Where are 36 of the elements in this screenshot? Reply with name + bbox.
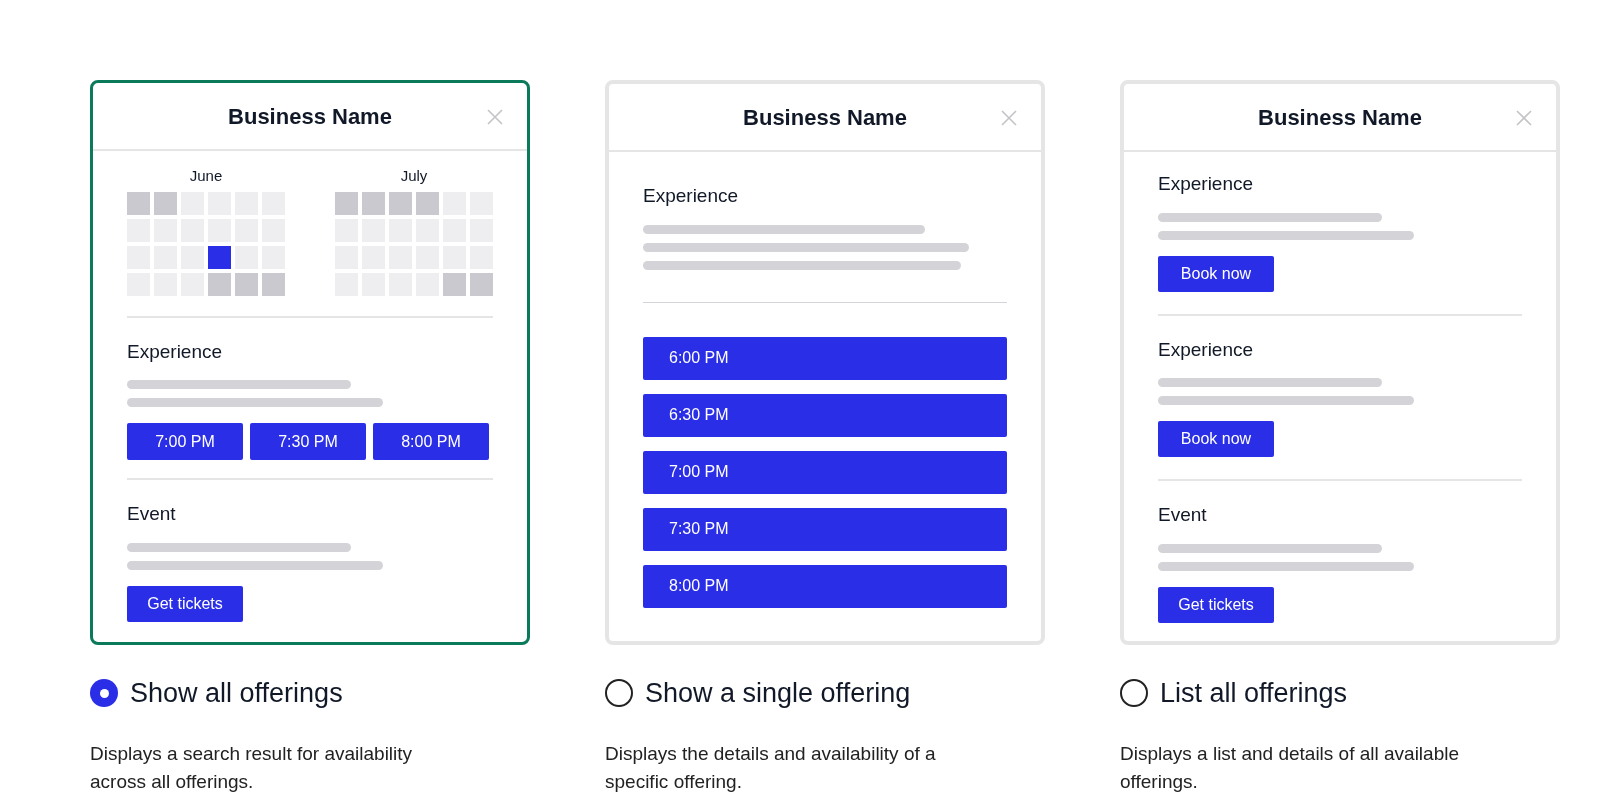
option-description: Displays a list and details of all available offerings. xyxy=(1120,741,1460,794)
time-slot-button[interactable]: 8:00 PM xyxy=(643,564,1007,608)
month-label: July xyxy=(400,166,428,186)
time-slot-button[interactable]: 6:30 PM xyxy=(643,393,1007,437)
card-title: Business Name xyxy=(228,102,392,131)
section-title: Event xyxy=(127,502,177,526)
option-description: Displays a search result for availability across all offerings. xyxy=(90,741,414,794)
time-slot-button[interactable]: 7:30 PM xyxy=(643,507,1007,551)
action-button[interactable]: Book now xyxy=(1158,421,1274,457)
action-button[interactable]: Get tickets xyxy=(127,585,243,622)
section-title: Experience xyxy=(643,184,740,208)
radio-button[interactable] xyxy=(90,679,118,708)
option-label[interactable]: Show all offerings xyxy=(130,673,343,714)
time-slot-button[interactable]: 7:00 PM xyxy=(127,423,243,460)
action-button[interactable]: Get tickets xyxy=(1158,586,1274,623)
month-label: June xyxy=(189,166,223,186)
time-slot-button[interactable]: 6:00 PM xyxy=(643,336,1007,380)
option-label[interactable]: Show a single offering xyxy=(645,673,911,714)
close-icon[interactable] xyxy=(1001,110,1017,126)
time-slot-button[interactable]: 7:30 PM xyxy=(250,423,366,460)
radio-button[interactable] xyxy=(1120,679,1148,708)
radio-button[interactable] xyxy=(605,679,633,708)
section-title: Experience xyxy=(127,339,224,364)
card-title: Business Name xyxy=(743,103,907,132)
section-title: Experience xyxy=(1158,337,1255,362)
time-slot-button[interactable]: 7:00 PM xyxy=(643,450,1007,494)
section-title: Experience xyxy=(1158,172,1255,196)
time-slot-button[interactable]: 8:00 PM xyxy=(373,423,489,460)
option-description: Displays the details and availability of a specific offering. xyxy=(605,741,937,794)
card-title: Business Name xyxy=(1258,103,1422,132)
section-title: Event xyxy=(1158,503,1208,527)
action-button[interactable]: Book now xyxy=(1158,255,1274,292)
option-label[interactable]: List all offerings xyxy=(1160,673,1348,714)
calendar-day[interactable] xyxy=(208,245,231,269)
close-icon[interactable] xyxy=(1516,110,1532,126)
close-icon[interactable] xyxy=(487,109,503,125)
